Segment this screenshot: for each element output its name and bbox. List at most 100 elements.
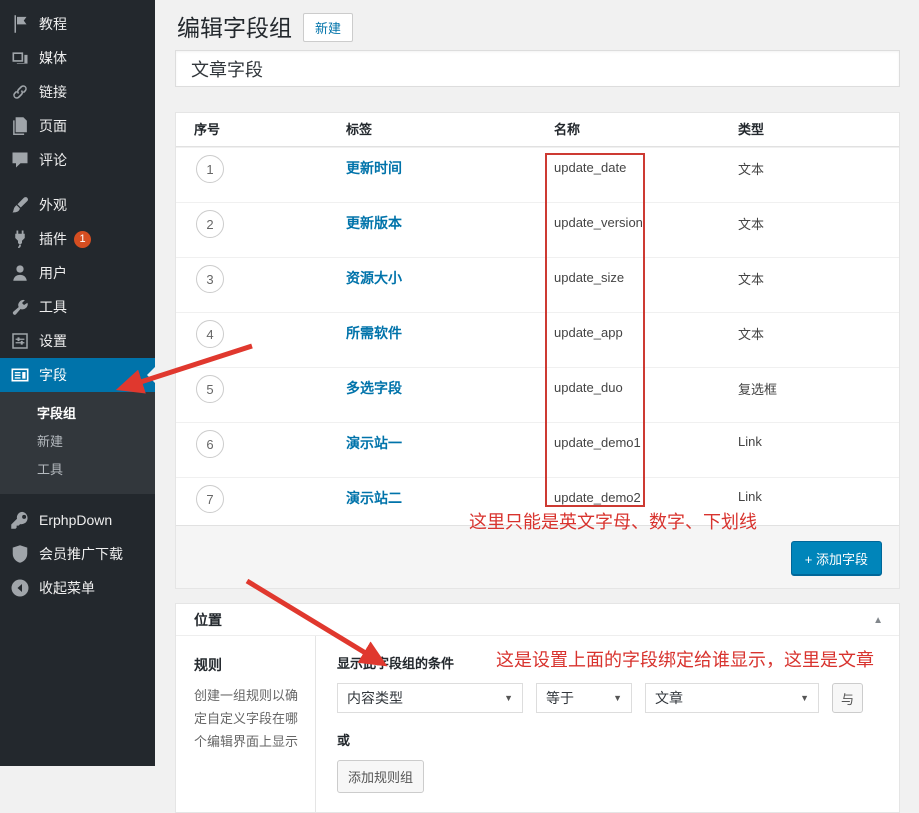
field-name: update_demo1 [554,435,641,450]
column-header-type: 类型 [738,113,764,147]
location-panel-title: 位置 [194,604,222,636]
sidebar-item-tutorials[interactable]: 教程 [0,7,155,41]
rules-sidebar: 规则 创建一组规则以确定自定义字段在哪个编辑界面上显示 [176,636,316,813]
field-label-link[interactable]: 所需软件 [346,323,402,343]
sidebar-item-label: 教程 [39,14,67,34]
operator-select[interactable]: 等于 ▼ [536,683,632,713]
sidebar-item-label: 媒体 [39,48,67,68]
field-name: update_date [554,160,626,175]
settings-icon [10,331,30,351]
fields-table: 序号 标签 名称 类型 1 更新时间 update_date 文本 2 更新版本… [175,112,900,589]
column-header-label: 标签 [346,113,372,147]
plug-icon [10,229,30,249]
sidebar-item-plugins[interactable]: 插件 1 [0,222,155,256]
flag-icon [10,14,30,34]
field-name: update_duo [554,380,623,395]
update-count-badge: 1 [74,231,91,248]
submenu-item-field-groups[interactable]: 字段组 [0,400,155,428]
add-new-button[interactable]: 新建 [303,13,353,42]
sidebar-item-erphpdown[interactable]: ErphpDown [0,503,155,537]
chevron-down-icon: ▼ [613,693,622,703]
sidebar-item-comments[interactable]: 评论 [0,143,155,177]
fields-table-footer: + 添加字段 [176,525,899,588]
fields-icon [10,365,30,385]
sidebar-item-posts[interactable]: 文章 [0,0,155,7]
field-order-handle[interactable]: 7 [196,485,224,513]
sidebar-item-label: 字段 [39,365,67,385]
comment-icon [10,150,30,170]
field-name: update_version [554,215,643,230]
sidebar-item-label: 会员推广下载 [39,544,123,564]
select-value: 内容类型 [347,688,403,708]
rules-editor: 显示此字段组的条件 内容类型 ▼ 等于 ▼ 文章 ▼ 与 或 添加规则组 [316,636,899,813]
or-label: 或 [337,730,899,749]
field-order-handle[interactable]: 4 [196,320,224,348]
brush-icon [10,195,30,215]
chevron-down-icon: ▼ [800,693,809,703]
sidebar-bottom: ErphpDown 会员推广下载 收起菜单 [0,503,155,605]
field-type: 复选框 [738,379,777,398]
pages-icon [10,116,30,136]
add-rule-group-button[interactable]: 添加规则组 [337,760,424,793]
column-header-name: 名称 [554,113,580,147]
table-row: 2 更新版本 update_version 文本 [176,202,899,257]
column-header-order: 序号 [194,113,220,147]
table-row: 1 更新时间 update_date 文本 [176,147,899,202]
sidebar-item-label: 评论 [39,150,67,170]
field-label-link[interactable]: 更新时间 [346,158,402,178]
table-row: 6 演示站一 update_demo1 Link [176,422,899,477]
field-label-link[interactable]: 更新版本 [346,213,402,233]
field-type: Link [738,434,762,449]
wrench-icon [10,297,30,317]
field-label-link[interactable]: 演示站二 [346,488,402,508]
field-type: 文本 [738,269,764,288]
table-row: 5 多选字段 update_duo 复选框 [176,367,899,422]
submenu-item-add-new[interactable]: 新建 [0,428,155,456]
sidebar-item-label: 设置 [39,331,67,351]
sidebar-item-label: 外观 [39,195,67,215]
sidebar-item-label: 工具 [39,297,67,317]
sidebar-item-tools[interactable]: 工具 [0,290,155,324]
sidebar-item-label: 链接 [39,82,67,102]
field-order-handle[interactable]: 6 [196,430,224,458]
fields-table-header: 序号 标签 名称 类型 [176,113,899,147]
key-icon [10,510,30,530]
submenu-item-tools[interactable]: 工具 [0,456,155,484]
user-icon [10,263,30,283]
field-label-link[interactable]: 资源大小 [346,268,402,288]
value-select[interactable]: 文章 ▼ [645,683,819,713]
table-row: 4 所需软件 update_app 文本 [176,312,899,367]
media-icon [10,48,30,68]
add-field-button[interactable]: + 添加字段 [791,541,882,576]
field-order-handle[interactable]: 1 [196,155,224,183]
sidebar-item-pages[interactable]: 页面 [0,109,155,143]
panel-collapse-icon[interactable]: ▲ [873,615,883,626]
field-group-title-input[interactable] [175,50,900,87]
field-order-handle[interactable]: 3 [196,265,224,293]
field-name: update_demo2 [554,490,641,505]
sidebar-item-fields[interactable]: 字段 [0,358,155,392]
field-name: update_app [554,325,623,340]
sidebar-item-appearance[interactable]: 外观 [0,188,155,222]
sidebar-item-users[interactable]: 用户 [0,256,155,290]
collapse-menu-icon [10,578,30,598]
field-order-handle[interactable]: 5 [196,375,224,403]
page-title: 编辑字段组 [177,9,292,43]
condition-label: 显示此字段组的条件 [337,653,899,672]
link-icon [10,82,30,102]
and-rule-button[interactable]: 与 [832,683,863,713]
field-type: 文本 [738,324,764,343]
table-row: 7 演示站二 update_demo2 Link [176,477,899,525]
field-name: update_size [554,270,624,285]
field-label-link[interactable]: 多选字段 [346,378,402,398]
table-row: 3 资源大小 update_size 文本 [176,257,899,312]
field-order-handle[interactable]: 2 [196,210,224,238]
field-label-link[interactable]: 演示站一 [346,433,402,453]
sidebar-item-links[interactable]: 链接 [0,75,155,109]
sidebar-item-label: 用户 [39,263,67,283]
sidebar-item-media[interactable]: 媒体 [0,41,155,75]
sidebar-item-member-download[interactable]: 会员推广下载 [0,537,155,571]
sidebar-item-collapse-menu[interactable]: 收起菜单 [0,571,155,605]
sidebar-item-settings[interactable]: 设置 [0,324,155,358]
post-type-select[interactable]: 内容类型 ▼ [337,683,523,713]
